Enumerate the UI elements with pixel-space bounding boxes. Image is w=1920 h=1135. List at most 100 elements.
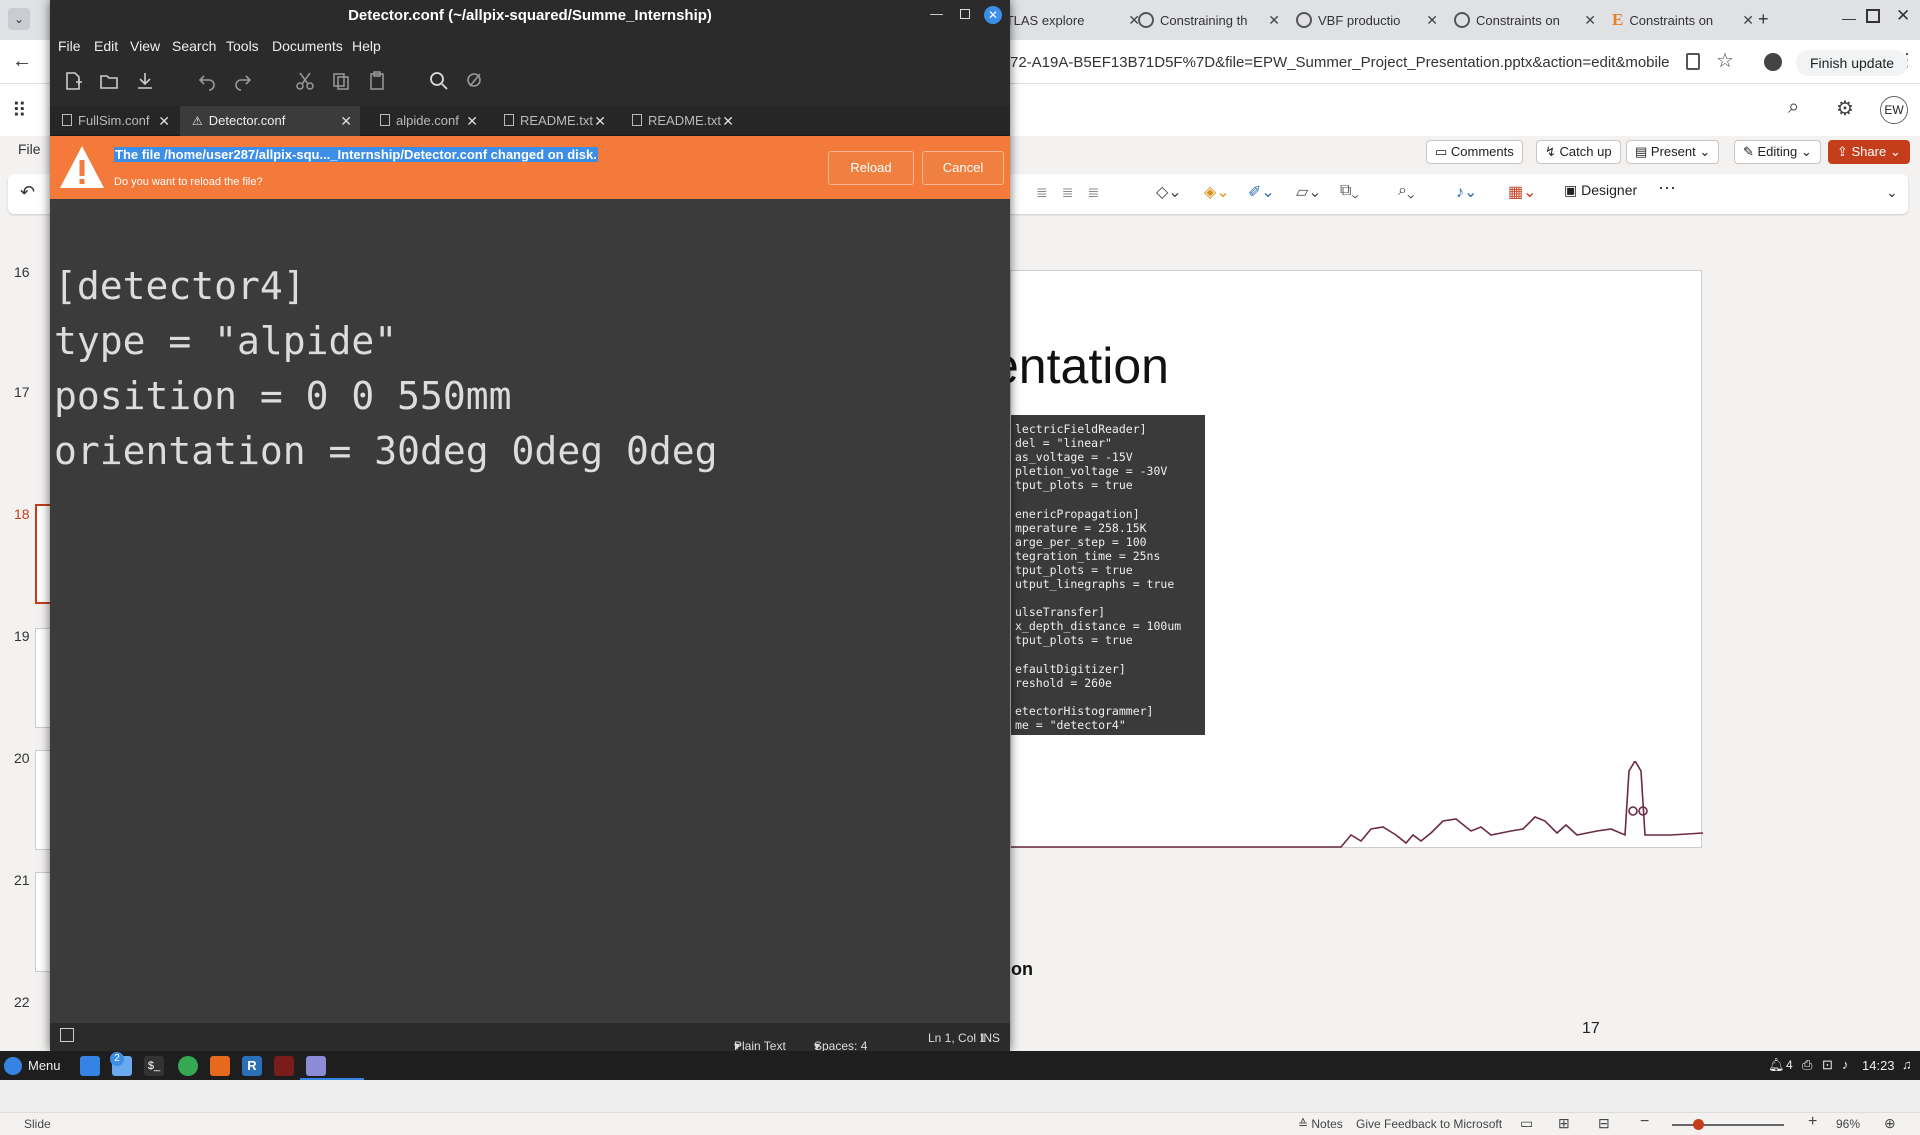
printer-icon[interactable]: ⎙ — [1802, 1057, 1812, 1073]
replace-icon[interactable] — [464, 70, 486, 92]
menu-tools[interactable]: Tools — [226, 38, 259, 54]
menu-documents[interactable]: Documents — [272, 38, 343, 54]
profile-icon[interactable] — [1764, 53, 1782, 71]
browser-tab-constraining[interactable]: Constraining th ✕ — [1130, 6, 1288, 34]
tab-alpide-conf[interactable]: alpide.conf ✕ — [368, 106, 486, 136]
comments-button[interactable]: ▭ Comments — [1426, 140, 1523, 164]
tab-detector-conf[interactable]: ⚠ Detector.conf ✕ — [180, 106, 360, 136]
new-document-icon[interactable] — [62, 70, 84, 92]
user-avatar[interactable]: EW — [1880, 96, 1908, 124]
close-icon[interactable]: ✕ — [158, 106, 170, 136]
tab-fullsim-conf[interactable]: FullSim.conf ✕ — [50, 106, 178, 136]
paste-icon[interactable] — [366, 70, 388, 92]
search-icon[interactable] — [428, 70, 450, 92]
close-icon[interactable]: ✕ — [466, 106, 478, 136]
tab-readme-2[interactable]: README.txt ✕ — [620, 106, 742, 136]
browser-tab-constraints-1[interactable]: Constraints on ✕ — [1446, 6, 1604, 34]
new-tab-icon[interactable]: + — [1758, 9, 1769, 30]
r-studio-icon[interactable]: R — [242, 1056, 262, 1076]
browser-tab-vbf[interactable]: VBF productio ✕ — [1288, 6, 1446, 34]
close-icon[interactable]: ✕ — [1268, 12, 1280, 29]
finish-update-button[interactable]: Finish update — [1796, 50, 1909, 76]
app-launcher-icon[interactable]: ⠿ — [12, 98, 27, 123]
restore-icon[interactable] — [1866, 9, 1880, 23]
close-icon[interactable]: ✕ — [594, 106, 606, 136]
add-ins-icon[interactable]: ▦⌄ — [1508, 182, 1537, 202]
copy-icon[interactable] — [330, 70, 352, 92]
zoom-slider[interactable] — [1672, 1124, 1784, 1126]
zoom-slider-thumb[interactable] — [1693, 1119, 1704, 1130]
terminal-icon[interactable]: $_ — [144, 1056, 164, 1076]
back-arrow-icon[interactable]: ← — [12, 50, 32, 73]
office-file-menu[interactable]: File — [18, 141, 41, 157]
undo-icon[interactable] — [196, 70, 218, 92]
zoom-in-icon[interactable]: + — [1808, 1113, 1817, 1131]
text-editor-icon[interactable] — [306, 1056, 326, 1076]
show-desktop-icon[interactable] — [80, 1056, 100, 1076]
share-button[interactable]: ⇪ Share ⌄ — [1828, 140, 1910, 164]
catch-up-button[interactable]: ↯ Catch up — [1536, 140, 1621, 164]
undo-icon[interactable]: ↶ — [20, 182, 35, 203]
volume-icon[interactable]: ♪ — [1842, 1057, 1849, 1072]
designer-button[interactable]: ▣ Designer — [1564, 182, 1637, 199]
normal-view-icon[interactable]: ▭ — [1520, 1115, 1533, 1132]
chevron-down-icon[interactable]: ⌄ — [1696, 144, 1710, 159]
menu-search[interactable]: Search — [172, 38, 216, 54]
text-editor-area[interactable]: [detector4] type = "alpide" position = 0… — [50, 199, 1010, 1023]
music-icon[interactable]: ♫ — [1902, 1057, 1912, 1072]
zoom-out-icon[interactable]: − — [1640, 1113, 1649, 1131]
cut-icon[interactable] — [294, 70, 316, 92]
fill-color-icon[interactable]: ◈⌄ — [1204, 182, 1230, 202]
fit-slide-icon[interactable]: ⊕ — [1884, 1115, 1896, 1132]
feedback-link[interactable]: Give Feedback to Microsoft — [1356, 1117, 1502, 1131]
close-icon[interactable]: ✕ — [1584, 12, 1596, 29]
open-folder-icon[interactable] — [98, 70, 120, 92]
close-icon[interactable]: ✕ — [1426, 12, 1438, 29]
slide-sorter-icon[interactable]: ⊞ — [1558, 1115, 1570, 1132]
menu-view[interactable]: View — [130, 38, 160, 54]
effects-icon[interactable]: ▱⌄ — [1296, 182, 1322, 202]
minimize-icon[interactable]: — — [930, 6, 943, 21]
line-color-icon[interactable]: ✐⌄ — [1248, 182, 1275, 202]
maximize-icon[interactable] — [960, 9, 970, 19]
menu-file[interactable]: File — [58, 38, 81, 54]
reload-button[interactable]: Reload — [828, 151, 914, 185]
close-icon[interactable]: ✕ — [722, 106, 734, 136]
sidebar-toggle-icon[interactable] — [60, 1028, 74, 1042]
star-icon[interactable]: ☆ — [1716, 48, 1734, 73]
close-icon[interactable]: ✕ — [340, 106, 352, 136]
editor-content[interactable]: [detector4] type = "alpide" position = 0… — [54, 259, 717, 479]
close-window-icon[interactable]: ✕ — [984, 6, 1002, 24]
close-window-icon[interactable]: ✕ — [1896, 6, 1910, 26]
zoom-level[interactable]: 96% — [1836, 1117, 1860, 1131]
arrange-icon[interactable]: ⧉⌄ — [1340, 182, 1359, 200]
notes-button[interactable]: ≙ Notes — [1298, 1117, 1343, 1131]
slide-canvas[interactable]: entation lectricFieldReader] del = "line… — [991, 270, 1703, 1037]
find-icon[interactable]: ⌕⌄ — [1398, 182, 1415, 200]
reading-view-icon[interactable]: ⊟ — [1598, 1115, 1610, 1132]
chrome-icon[interactable] — [178, 1056, 198, 1076]
app-icon[interactable] — [274, 1056, 294, 1076]
slide-title[interactable]: entation — [991, 337, 1169, 395]
clock[interactable]: 14:23 — [1862, 1058, 1895, 1073]
menu-help[interactable]: Help — [352, 38, 381, 54]
menu-edit[interactable]: Edit — [94, 38, 118, 54]
slide-code-block[interactable]: lectricFieldReader] del = "linear" as_vo… — [1011, 415, 1205, 735]
present-button[interactable]: ▤ Present ⌄ — [1626, 140, 1720, 164]
start-menu-button[interactable]: Menu — [4, 1053, 61, 1078]
search-icon[interactable]: ⌕ — [1788, 96, 1799, 119]
notification-bell-icon[interactable]: 🔔︎ — [1768, 1057, 1785, 1073]
close-icon[interactable]: ✕ — [1742, 12, 1754, 29]
browser-tab-constraints-2[interactable]: E Constraints on ✕ — [1604, 6, 1762, 34]
cancel-button[interactable]: Cancel — [922, 151, 1004, 185]
tab-search-button[interactable]: ⌄ — [8, 8, 30, 30]
settings-gear-icon[interactable]: ⚙ — [1836, 96, 1854, 121]
screenshot-app-icon[interactable] — [210, 1056, 230, 1076]
editing-mode-button[interactable]: ✎ Editing ⌄ — [1734, 140, 1821, 164]
slide-subtitle[interactable]: on — [1011, 959, 1033, 980]
clipboard-icon[interactable] — [1686, 53, 1700, 70]
save-download-icon[interactable] — [134, 70, 156, 92]
ribbon-paragraph-icons[interactable]: ≣≣≣ — [1036, 184, 1113, 201]
url-text[interactable]: 72-A19A-B5EF13B71D5F%7D&file=EPW_Summer_… — [1010, 54, 1670, 71]
dictate-mic-icon[interactable]: ♪⌄ — [1456, 182, 1477, 202]
